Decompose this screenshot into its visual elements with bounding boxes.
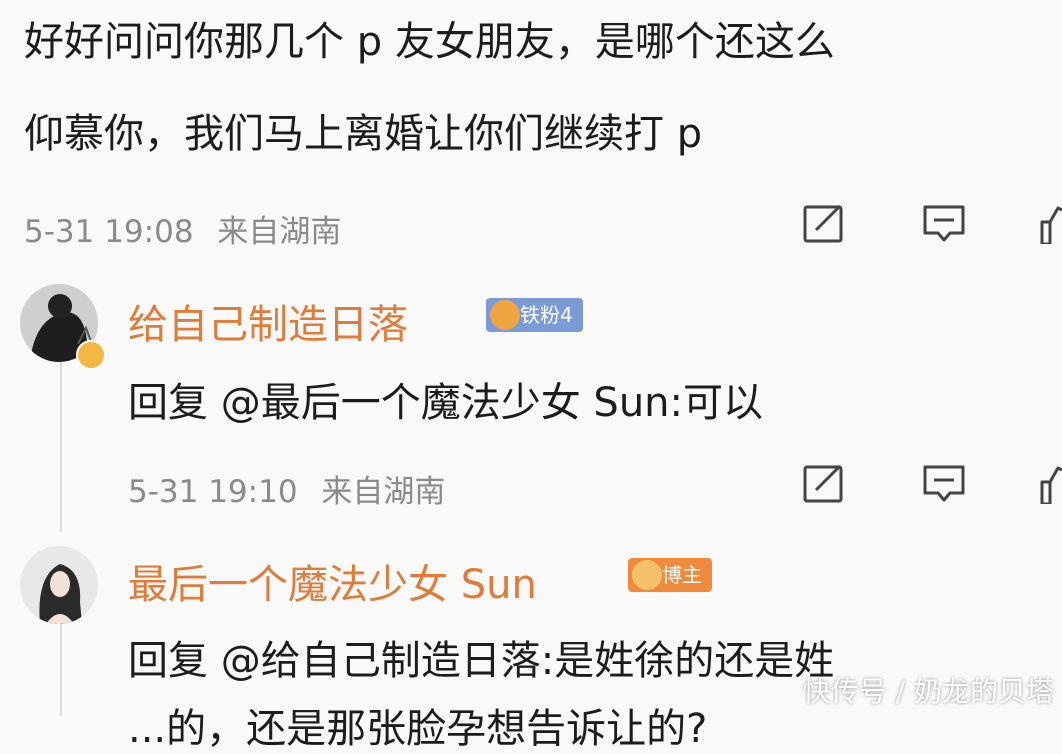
comment-body: 回复 @最后一个魔法少女 Sun:可以 xyxy=(128,380,764,426)
comment-source: 来自湖南 xyxy=(321,474,446,510)
comment-username[interactable]: 给自己制造日落 xyxy=(128,292,408,350)
thread-connector xyxy=(60,624,62,716)
post-source: 来自湖南 xyxy=(217,214,342,250)
comment-timestamp: 5-31 19:10 xyxy=(128,474,298,510)
crown-icon xyxy=(632,560,662,590)
thread-connector xyxy=(60,362,62,532)
edit-icon[interactable] xyxy=(802,204,846,244)
host-badge: 博主 xyxy=(628,558,712,592)
post-timestamp: 5-31 19:08 xyxy=(24,214,194,250)
verified-badge-icon xyxy=(76,340,106,370)
edit-icon[interactable] xyxy=(802,464,846,504)
post-meta: 5-31 19:08 来自湖南 xyxy=(24,206,341,251)
post-text-line-2: 仰慕你，我们马上离婚让你们继续打 p xyxy=(24,111,703,157)
like-icon[interactable] xyxy=(1040,464,1062,504)
mention-link[interactable]: @给自己制造日落 xyxy=(221,638,541,684)
watermark: 快传号 / 奶龙的贝塔 xyxy=(802,675,1054,708)
fan-level-badge: 铁粉4 xyxy=(486,298,583,332)
mention-link[interactable]: @最后一个魔法少女 Sun xyxy=(221,380,670,426)
avatar[interactable] xyxy=(20,546,98,624)
crown-icon xyxy=(490,300,520,330)
like-icon[interactable] xyxy=(1040,204,1062,244)
comment-body-line-2: ...的，还是那张脸孕想告诉让的? xyxy=(128,706,708,752)
comment-body: 回复 @给自己制造日落:是姓徐的还是姓 xyxy=(128,638,835,684)
comment-icon[interactable] xyxy=(922,464,966,504)
comment-icon[interactable] xyxy=(922,204,966,244)
comment-meta: 5-31 19:10 来自湖南 xyxy=(128,466,445,511)
comment-username[interactable]: 最后一个魔法少女 Sun xyxy=(128,552,537,610)
post-text-line-1: 好好问问你那几个 p 友女朋友，是哪个还这么 xyxy=(24,19,835,65)
